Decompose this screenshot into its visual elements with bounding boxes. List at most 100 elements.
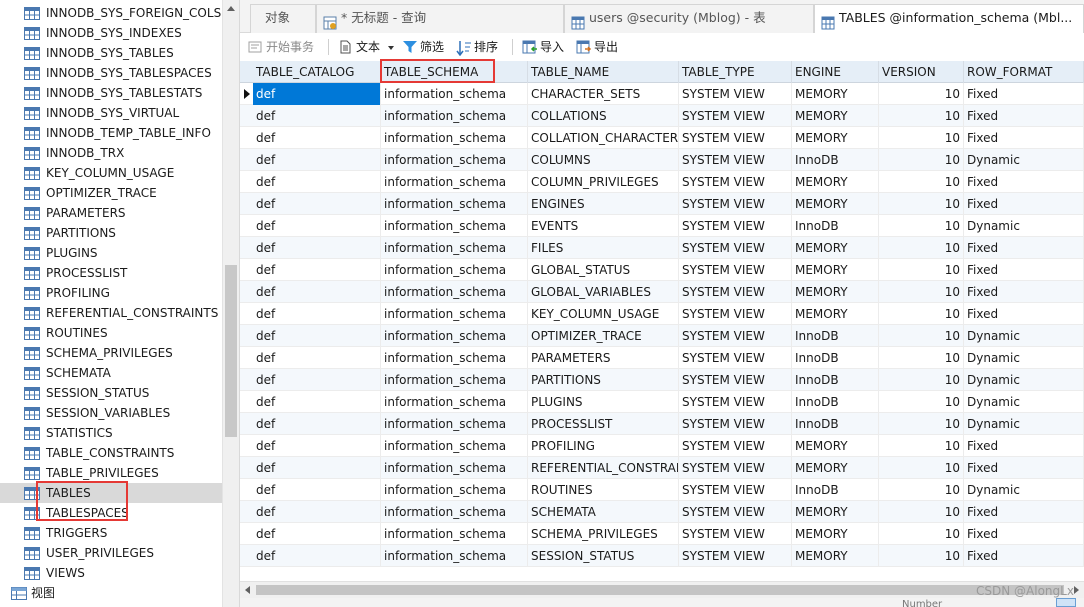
grid-cell[interactable]: SYSTEM VIEW [679,215,792,237]
grid-cell[interactable]: SYSTEM VIEW [679,545,792,567]
grid-cell[interactable]: 10 [879,347,964,369]
grid-view-icon[interactable] [1056,598,1076,607]
grid-cell[interactable]: REFERENTIAL_CONSTRAII [528,457,679,479]
grid-cell[interactable]: PROCESSLIST [528,413,679,435]
grid-cell[interactable]: Fixed [964,127,1084,149]
grid-cell[interactable]: 10 [879,303,964,325]
column-header-version[interactable]: VERSION [879,61,964,83]
grid-cell[interactable]: information_schema [381,501,528,523]
grid-cell[interactable]: information_schema [381,545,528,567]
grid-cell[interactable]: def [253,237,381,259]
grid-cell[interactable]: def [253,105,381,127]
grid-cell[interactable]: Dynamic [964,369,1084,391]
tree-vertical-scrollbar[interactable] [222,0,239,607]
grid-cell[interactable]: PROFILING [528,435,679,457]
grid-cell[interactable]: SESSION_STATUS [528,545,679,567]
grid-cell[interactable]: Dynamic [964,215,1084,237]
grid-cell[interactable]: MEMORY [792,457,879,479]
table-row[interactable]: def information_schema PARTITIONS SYSTEM VI… [240,369,1084,391]
tree-item-partitions[interactable]: PARTITIONS [0,223,222,243]
begin-transaction-button[interactable]: 开始事务 [248,37,328,57]
table-row[interactable]: def information_schema PARAMETERS SYSTEM VI… [240,347,1084,369]
grid-cell[interactable]: Fixed [964,105,1084,127]
grid-cell[interactable]: def [253,325,381,347]
table-row[interactable]: def information_schema ENGINES SYSTEM VIEW M… [240,193,1084,215]
table-row[interactable]: def information_schema SESSION_STATUS SYSTE… [240,545,1084,567]
grid-cell[interactable]: information_schema [381,259,528,281]
grid-cell[interactable]: SYSTEM VIEW [679,171,792,193]
grid-cell[interactable]: def [253,479,381,501]
table-row[interactable]: def information_schema COLUMN_PRIVILEGES SY… [240,171,1084,193]
grid-cell[interactable]: Fixed [964,457,1084,479]
grid-cell[interactable]: SCHEMATA [528,501,679,523]
grid-cell[interactable]: SYSTEM VIEW [679,303,792,325]
table-row[interactable]: def information_schema ROUTINES SYSTEM VIEW… [240,479,1084,501]
grid-cell[interactable]: SYSTEM VIEW [679,523,792,545]
grid-cell[interactable]: information_schema [381,369,528,391]
grid-cell[interactable]: CHARACTER_SETS [528,83,679,105]
grid-cell[interactable]: Dynamic [964,325,1084,347]
grid-cell[interactable]: Dynamic [964,391,1084,413]
tree-item-plugins[interactable]: PLUGINS [0,243,222,263]
grid-cell[interactable]: information_schema [381,303,528,325]
grid-cell[interactable]: COLUMNS [528,149,679,171]
grid-cell[interactable]: PARTITIONS [528,369,679,391]
grid-cell[interactable]: Fixed [964,545,1084,567]
grid-cell[interactable]: Fixed [964,303,1084,325]
grid-cell[interactable]: ROUTINES [528,479,679,501]
grid-cell[interactable]: MEMORY [792,83,879,105]
grid-cell[interactable]: InnoDB [792,479,879,501]
grid-horizontal-scrollbar[interactable] [240,581,1084,598]
tree-item-statistics[interactable]: STATISTICS [0,423,222,443]
grid-cell[interactable]: 10 [879,215,964,237]
grid-cell[interactable]: def [253,215,381,237]
table-row[interactable]: def information_schema SCHEMA_PRIVILEGES SY… [240,523,1084,545]
tree-node-views[interactable]: 视图 [0,583,222,603]
tree-item-tables[interactable]: TABLES [0,483,222,503]
tree-item-schemata[interactable]: SCHEMATA [0,363,222,383]
scroll-left-arrow-icon[interactable] [245,586,250,594]
column-header-table-catalog[interactable]: TABLE_CATALOG [253,61,381,83]
grid-cell[interactable]: 10 [879,281,964,303]
table-row[interactable]: def information_schema PROFILING SYSTEM VIE… [240,435,1084,457]
grid-cell[interactable]: 10 [879,501,964,523]
grid-cell[interactable]: 10 [879,149,964,171]
grid-cell[interactable]: SYSTEM VIEW [679,149,792,171]
column-header-table-type[interactable]: TABLE_TYPE [679,61,792,83]
grid-cell[interactable]: SYSTEM VIEW [679,325,792,347]
grid-cell[interactable]: PARAMETERS [528,347,679,369]
column-header-table-schema[interactable]: TABLE_SCHEMA [381,61,528,83]
tree-item-innodb-sys-foreign-cols[interactable]: INNODB_SYS_FOREIGN_COLS [0,3,222,23]
tree-item-referential-constraints[interactable]: REFERENTIAL_CONSTRAINTS [0,303,222,323]
tree-item-processlist[interactable]: PROCESSLIST [0,263,222,283]
grid-cell[interactable]: def [253,281,381,303]
table-row[interactable]: def information_schema GLOBAL_VARIABLES SYS… [240,281,1084,303]
grid-cell[interactable]: def [253,391,381,413]
column-header-table-name[interactable]: TABLE_NAME [528,61,679,83]
grid-cell[interactable]: Fixed [964,281,1084,303]
grid-cell[interactable]: Fixed [964,523,1084,545]
grid-cell[interactable]: information_schema [381,457,528,479]
table-row[interactable]: def information_schema SCHEMATA SYSTEM VIEW… [240,501,1084,523]
grid-cell[interactable]: def [253,127,381,149]
tree-item-triggers[interactable]: TRIGGERS [0,523,222,543]
grid-cell[interactable]: SCHEMA_PRIVILEGES [528,523,679,545]
grid-cell[interactable]: information_schema [381,413,528,435]
table-row[interactable]: def information_schema OPTIMIZER_TRACE SYST… [240,325,1084,347]
tree-item-innodb-sys-virtual[interactable]: INNODB_SYS_VIRTUAL [0,103,222,123]
tree-item-table-constraints[interactable]: TABLE_CONSTRAINTS [0,443,222,463]
grid-cell[interactable]: 10 [879,237,964,259]
scroll-up-arrow-icon[interactable] [227,6,235,11]
grid-cell[interactable]: Dynamic [964,149,1084,171]
grid-cell[interactable]: PLUGINS [528,391,679,413]
grid-cell[interactable]: def [253,501,381,523]
grid-cell[interactable]: InnoDB [792,149,879,171]
grid-cell[interactable]: 10 [879,435,964,457]
tree-item-innodb-trx[interactable]: INNODB_TRX [0,143,222,163]
grid-cell[interactable]: information_schema [381,347,528,369]
grid-cell[interactable]: def [253,83,381,105]
grid-cell[interactable]: 10 [879,413,964,435]
grid-cell[interactable]: 10 [879,193,964,215]
grid-cell[interactable]: def [253,171,381,193]
grid-cell[interactable]: information_schema [381,237,528,259]
